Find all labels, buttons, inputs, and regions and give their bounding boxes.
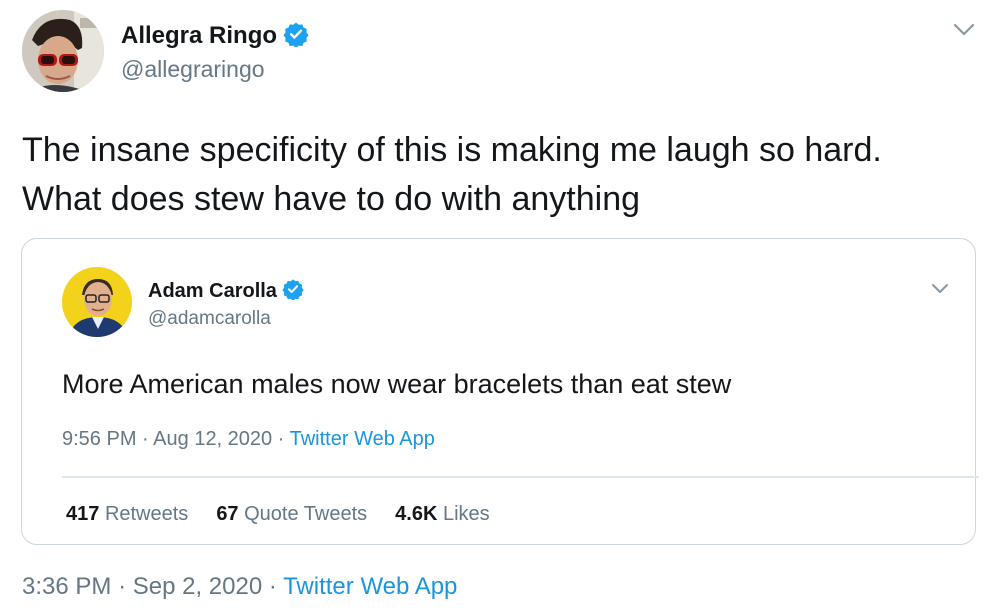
tweet-text-line-2: What does stew have to do with anything xyxy=(22,180,641,218)
verified-badge-icon xyxy=(283,21,309,52)
quoted-author-avatar[interactable] xyxy=(62,267,132,337)
quoted-author-name[interactable]: Adam Carolla xyxy=(148,280,277,303)
author-avatar[interactable] xyxy=(22,10,104,92)
quoted-tweet-meta: 9:56 PM · Aug 12, 2020 · Twitter Web App xyxy=(62,428,435,451)
retweets-label: Retweets xyxy=(104,503,189,525)
meta-separator: · xyxy=(268,573,277,600)
divider xyxy=(62,476,979,478)
retweets-stat[interactable]: 417 Retweets xyxy=(66,503,188,526)
likes-stat[interactable]: 4.6K Likes xyxy=(395,503,490,526)
quoted-tweet-source[interactable]: Twitter Web App xyxy=(290,428,435,450)
quoted-tweet-text: More American males now wear bracelets t… xyxy=(62,369,732,399)
likes-count: 4.6K xyxy=(395,503,438,525)
quote-tweets-count: 67 xyxy=(216,503,239,525)
tweet-text-line-1: The insane specificity of this is making… xyxy=(22,131,882,169)
quoted-tweet-stats: 417 Retweets 67 Quote Tweets 4.6K Likes xyxy=(66,503,490,526)
meta-separator: · xyxy=(277,428,285,450)
tweet-meta: 3:36 PM · Sep 2, 2020 · Twitter Web App xyxy=(22,573,457,601)
quote-tweets-label: Quote Tweets xyxy=(244,503,368,525)
author-line: Allegra Ringo xyxy=(121,20,309,52)
tweet-date[interactable]: Sep 2, 2020 xyxy=(133,573,262,600)
meta-separator: · xyxy=(142,428,149,450)
chevron-down-icon[interactable] xyxy=(952,22,976,43)
quoted-author-handle[interactable]: @adamcarolla xyxy=(148,308,271,330)
tweet-time[interactable]: 3:36 PM xyxy=(22,573,111,600)
meta-separator: · xyxy=(118,573,127,600)
tweet-source[interactable]: Twitter Web App xyxy=(283,573,457,600)
verified-badge-icon xyxy=(282,278,304,305)
quoted-tweet-time[interactable]: 9:56 PM xyxy=(62,428,136,450)
retweets-count: 417 xyxy=(66,503,100,525)
quoted-tweet-date[interactable]: Aug 12, 2020 xyxy=(153,428,272,450)
likes-label: Likes xyxy=(442,503,490,525)
quoted-author-line: Adam Carolla xyxy=(148,277,304,305)
author-name[interactable]: Allegra Ringo xyxy=(121,22,277,50)
quote-tweets-stat[interactable]: 67 Quote Tweets xyxy=(216,503,367,526)
author-handle[interactable]: @allegraringo xyxy=(121,56,265,83)
chevron-down-icon[interactable] xyxy=(930,282,950,301)
